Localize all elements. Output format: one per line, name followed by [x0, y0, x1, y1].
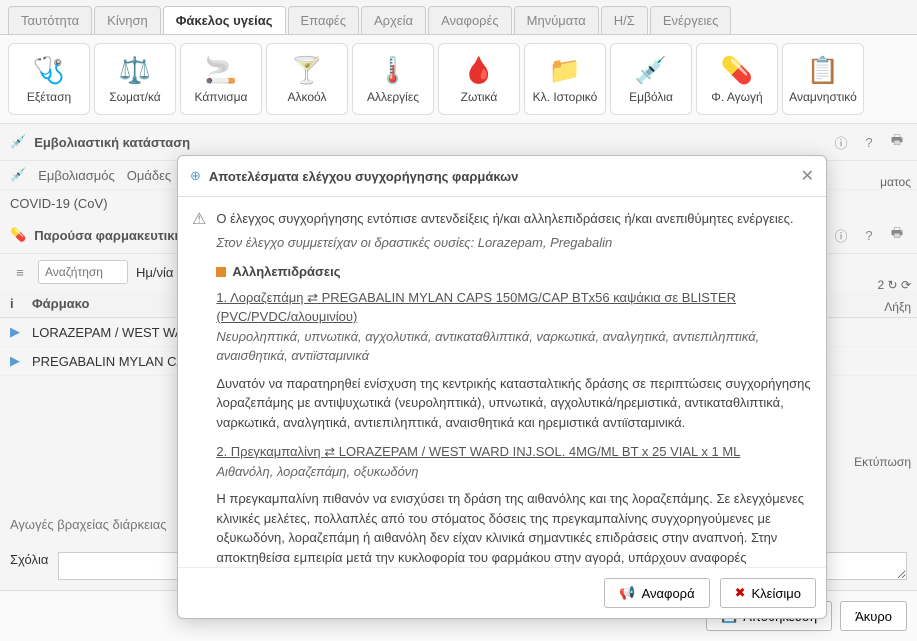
toolbar-pharma[interactable]: 💊Φ. Αγωγή: [696, 43, 778, 115]
interaction-2-categories: Αιθανόλη, λοραζεπάμη, οξυκωδόνη: [216, 462, 812, 482]
toolbar-anamn[interactable]: 📋Αναμνηστικό: [782, 43, 864, 115]
toolbar-somat[interactable]: ⚖️Σωματ/κά: [94, 43, 176, 115]
treatment-cut: ματος: [880, 175, 911, 189]
print-icon[interactable]: 🖶: [887, 225, 907, 245]
stethoscope-icon: 🩺: [33, 55, 65, 86]
syringe-icon: 💉: [10, 134, 26, 150]
subtab-groups[interactable]: Ομάδες: [127, 168, 171, 183]
info-icon[interactable]: ⓘ: [831, 132, 851, 152]
tab-health-folder[interactable]: Φάκελος υγείας: [163, 6, 286, 34]
tab-messages[interactable]: Μηνύματα: [514, 6, 599, 34]
tab-motion[interactable]: Κίνηση: [94, 6, 161, 34]
col-end: Λήξη: [884, 300, 911, 314]
tab-identity[interactable]: Ταυτότητα: [8, 6, 92, 34]
tab-hs[interactable]: Η/Σ: [601, 6, 648, 34]
tab-contacts[interactable]: Επαφές: [288, 6, 359, 34]
close-button[interactable]: ✖Κλείσιμο: [720, 578, 816, 608]
help-icon[interactable]: ?: [859, 225, 879, 245]
scale-icon: ⚖️: [119, 55, 151, 86]
syringe-icon: 💉: [635, 55, 667, 86]
report-button[interactable]: 📢Αναφορά: [604, 578, 709, 608]
toolbar-history[interactable]: 📁Κλ. Ιστορικό: [524, 43, 606, 115]
modal-title: Αποτελέσματα ελέγχου συγχορήγησης φαρμάκ…: [209, 169, 793, 184]
vaccination-title: Εμβολιαστική κατάσταση: [34, 135, 823, 150]
toolbar-smoking[interactable]: 🚬Κάπνισμα: [180, 43, 262, 115]
interactions-heading: Αλληλεπιδράσεις: [216, 262, 812, 282]
check-icon: ⊕: [190, 168, 201, 184]
col-info: i: [10, 296, 32, 311]
clipboard-icon: 📋: [807, 55, 839, 86]
filter-icon[interactable]: ≡: [10, 262, 30, 282]
toolbar-vaccines[interactable]: 💉Εμβόλια: [610, 43, 692, 115]
close-icon[interactable]: ✕: [801, 166, 814, 186]
modal-sub: Στον έλεγχο συμμετείχαν οι δραστικές ουσ…: [216, 233, 812, 253]
toolbar-vitals[interactable]: 🩸Ζωτικά: [438, 43, 520, 115]
cigarette-icon: 🚬: [205, 55, 237, 86]
syringe-icon: 💉: [10, 167, 26, 183]
print-label[interactable]: Εκτύπωση: [854, 455, 911, 469]
date-label: Ημ/νία: [136, 265, 173, 280]
toolbar-alcohol[interactable]: 🍸Αλκοόλ: [266, 43, 348, 115]
folder-icon: 📁: [549, 55, 581, 86]
toolbar-exam[interactable]: 🩺Εξέταση: [8, 43, 90, 115]
subtab-vaccination[interactable]: Εμβολιασμός: [38, 168, 115, 183]
play-icon[interactable]: ▶: [10, 324, 32, 340]
comments-label: Σχόλια: [10, 552, 48, 580]
side-nums: 2 ↻ ⟳: [878, 278, 911, 292]
play-icon[interactable]: ▶: [10, 353, 32, 369]
top-tabs: Ταυτότητα Κίνηση Φάκελος υγείας Επαφές Α…: [0, 0, 917, 35]
info-icon[interactable]: ⓘ: [831, 225, 851, 245]
interaction-2-title[interactable]: 2. Πρεγκαμπαλίνη ⇄ LORAZEPAM / WEST WARD…: [216, 442, 812, 462]
x-icon: ✖: [735, 585, 746, 601]
help-icon[interactable]: ?: [859, 132, 879, 152]
bp-icon: 🩸: [463, 55, 495, 86]
tab-archives[interactable]: Αρχεία: [361, 6, 426, 34]
cocktail-icon: 🍸: [291, 55, 323, 86]
tab-reports[interactable]: Αναφορές: [428, 6, 512, 34]
horn-icon: 📢: [619, 585, 635, 601]
drug-interaction-modal: ⊕ Αποτελέσματα ελέγχου συγχορήγησης φαρμ…: [177, 155, 827, 619]
modal-intro: Ο έλεγχος συγχορήγησης εντόπισε αντενδεί…: [216, 209, 812, 229]
interaction-2-body: Η πρεγκαμπαλίνη πιθανόν να ενισχύσει τη …: [216, 489, 812, 567]
tab-actions[interactable]: Ενέργειες: [650, 6, 732, 34]
toolbar: 🩺Εξέταση ⚖️Σωματ/κά 🚬Κάπνισμα 🍸Αλκοόλ 🌡️…: [0, 35, 917, 124]
cancel-button[interactable]: Άκυρο: [840, 601, 907, 631]
warning-icon: ⚠: [192, 209, 206, 555]
interaction-1-body: Δυνατόν να παρατηρηθεί ενίσχυση της κεντ…: [216, 374, 812, 433]
print-icon[interactable]: 🖶: [887, 132, 907, 152]
interaction-1-title[interactable]: 1. Λοραζεπάμη ⇄ PREGABALIN MYLAN CAPS 15…: [216, 288, 812, 327]
search-input[interactable]: [38, 260, 128, 284]
pills-icon: 💊: [721, 55, 753, 86]
allergy-icon: 🌡️: [377, 55, 409, 86]
interaction-1-categories: Νευροληπτικά, υπνωτικά, αγχολυτικά, αντι…: [216, 327, 812, 366]
pills-icon: 💊: [10, 227, 26, 243]
toolbar-allergies[interactable]: 🌡️Αλλεργίες: [352, 43, 434, 115]
